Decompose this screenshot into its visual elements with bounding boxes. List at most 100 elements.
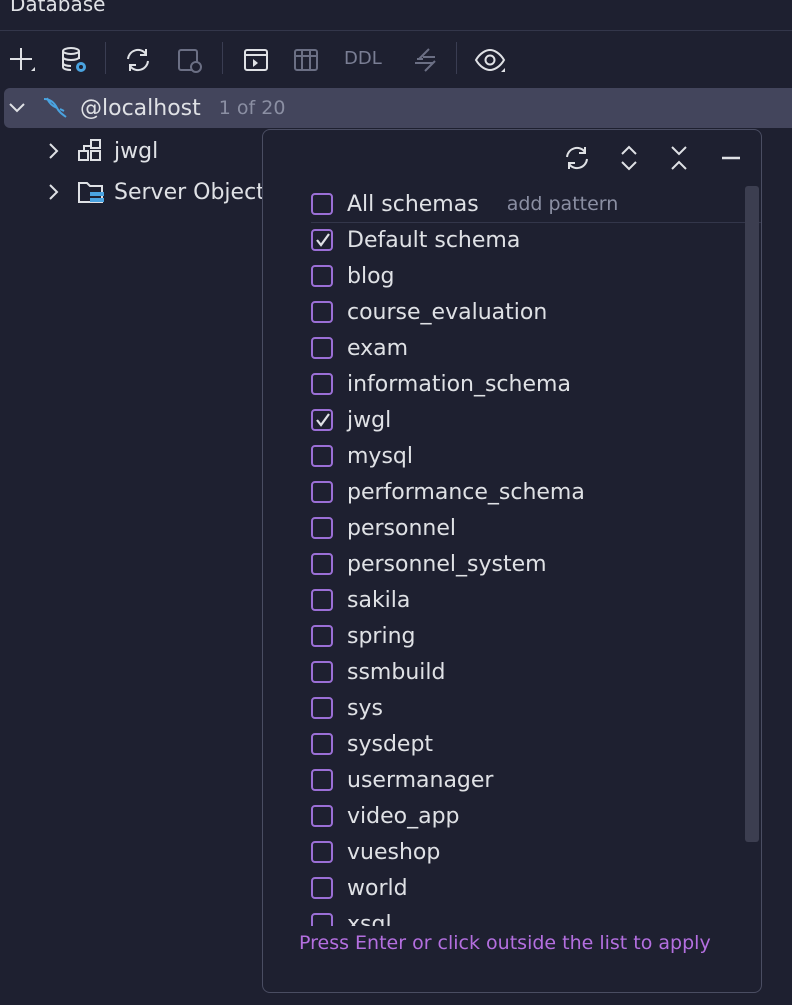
schema-label: course_evaluation xyxy=(347,299,548,325)
list-item[interactable]: jwgl xyxy=(311,402,741,438)
schema-label: world xyxy=(347,875,408,901)
expand-all-button[interactable] xyxy=(611,140,647,176)
schema-checkbox[interactable] xyxy=(311,445,333,467)
schema-label: Default schema xyxy=(347,227,521,253)
minimize-button[interactable] xyxy=(713,140,749,176)
schema-checkbox[interactable] xyxy=(311,697,333,719)
refresh-button[interactable] xyxy=(120,38,156,82)
schema-checkbox[interactable] xyxy=(311,877,333,899)
schema-label: sakila xyxy=(347,587,411,613)
all-schemas-item[interactable]: All schemas add pattern xyxy=(311,186,761,223)
schema-label: exam xyxy=(347,335,409,361)
schema-label: personnel_system xyxy=(347,551,547,577)
list-item[interactable]: course_evaluation xyxy=(311,294,741,330)
list-scrollbar[interactable] xyxy=(745,186,759,842)
list-item[interactable]: video_app xyxy=(311,798,741,834)
apply-hint: Press Enter or click outside the list to… xyxy=(299,932,711,954)
schema-checkbox[interactable] xyxy=(311,301,333,323)
tool-window-header: Database xyxy=(0,0,792,31)
chevron-right-icon[interactable] xyxy=(42,181,64,203)
schema-list[interactable]: All schemas add pattern Default schema bl… xyxy=(263,186,761,926)
schema-checkbox[interactable] xyxy=(311,409,333,431)
schema-label: information_schema xyxy=(347,371,571,397)
schema-label: jwgl xyxy=(347,407,392,433)
schema-checkbox[interactable] xyxy=(311,769,333,791)
table-button[interactable] xyxy=(288,38,324,82)
schema-checkbox[interactable] xyxy=(311,805,333,827)
list-item[interactable]: mysql xyxy=(311,438,741,474)
jump-to-source-icon xyxy=(415,48,436,72)
schema-count[interactable]: 1 of 20 xyxy=(219,97,286,119)
schema-checkbox[interactable] xyxy=(311,733,333,755)
list-item[interactable]: information_schema xyxy=(311,366,741,402)
list-item[interactable]: sysdept xyxy=(311,726,741,762)
ddl-button[interactable]: DDL xyxy=(344,48,382,69)
tree-item-localhost[interactable]: @localhost 1 of 20 xyxy=(4,88,792,128)
view-options-button[interactable] xyxy=(472,38,508,82)
list-item[interactable]: spring xyxy=(311,618,741,654)
schema-checkbox[interactable] xyxy=(311,625,333,647)
list-item[interactable]: personnel_system xyxy=(311,546,741,582)
datasource-properties-icon xyxy=(62,47,86,72)
list-item[interactable]: Default schema xyxy=(311,222,741,258)
list-item[interactable]: sakila xyxy=(311,582,741,618)
list-item[interactable]: blog xyxy=(311,258,741,294)
toolbar-separator xyxy=(105,42,106,74)
schema-checkbox[interactable] xyxy=(311,265,333,287)
schema-label: personnel xyxy=(347,515,457,541)
toolbar-separator xyxy=(456,42,457,74)
chevron-down-icon[interactable] xyxy=(6,97,28,119)
schema-label: usermanager xyxy=(347,767,494,793)
schema-label: vueshop xyxy=(347,839,441,865)
plus-icon xyxy=(10,48,35,71)
list-item[interactable]: xsgl xyxy=(311,906,741,926)
add-button[interactable] xyxy=(4,38,40,82)
minimize-icon xyxy=(722,156,740,160)
stop-icon xyxy=(178,49,202,73)
all-schemas-checkbox[interactable] xyxy=(311,193,333,215)
table-icon xyxy=(294,49,318,71)
schema-checkbox[interactable] xyxy=(311,229,333,251)
schema-checkbox[interactable] xyxy=(311,589,333,611)
schema-label: performance_schema xyxy=(347,479,585,505)
list-item[interactable]: vueshop xyxy=(311,834,741,870)
add-pattern-link[interactable]: add pattern xyxy=(507,193,619,215)
jump-to-source-button[interactable] xyxy=(406,38,442,82)
expand-icon xyxy=(621,145,637,171)
list-item[interactable]: exam xyxy=(311,330,741,366)
list-item[interactable]: ssmbuild xyxy=(311,654,741,690)
schema-checkbox[interactable] xyxy=(311,661,333,683)
stop-button[interactable] xyxy=(172,38,208,82)
all-schemas-label: All schemas xyxy=(347,191,479,217)
chevron-right-icon[interactable] xyxy=(42,140,64,162)
schema-checkbox[interactable] xyxy=(311,481,333,503)
view-options-icon xyxy=(474,48,506,72)
schema-label: spring xyxy=(347,623,416,649)
schema-checkbox[interactable] xyxy=(311,841,333,863)
list-item[interactable]: performance_schema xyxy=(311,474,741,510)
host-label: @localhost xyxy=(80,95,201,121)
schema-checkbox[interactable] xyxy=(311,517,333,539)
collapse-all-button[interactable] xyxy=(661,140,697,176)
mysql-icon xyxy=(43,97,67,118)
schema-checkbox[interactable] xyxy=(311,337,333,359)
popup-toolbar xyxy=(263,130,761,184)
console-button[interactable] xyxy=(238,38,274,82)
list-item[interactable]: personnel xyxy=(311,510,741,546)
schema-label: sys xyxy=(347,695,383,721)
list-item[interactable]: usermanager xyxy=(311,762,741,798)
schema-checkbox[interactable] xyxy=(311,373,333,395)
schema-checkbox[interactable] xyxy=(311,913,333,926)
schema-label: mysql xyxy=(347,443,413,469)
schema-label: blog xyxy=(347,263,395,289)
checkmark-icon xyxy=(316,233,330,247)
popup-refresh-button[interactable] xyxy=(559,140,595,176)
console-icon xyxy=(244,49,268,71)
list-item[interactable]: sys xyxy=(311,690,741,726)
datasource-properties-button[interactable] xyxy=(56,38,92,82)
tree-item-label: jwgl xyxy=(114,138,159,164)
schema-label: xsgl xyxy=(347,911,392,927)
list-item[interactable]: world xyxy=(311,870,741,906)
schema-checkbox[interactable] xyxy=(311,553,333,575)
checkmark-icon xyxy=(316,413,330,427)
